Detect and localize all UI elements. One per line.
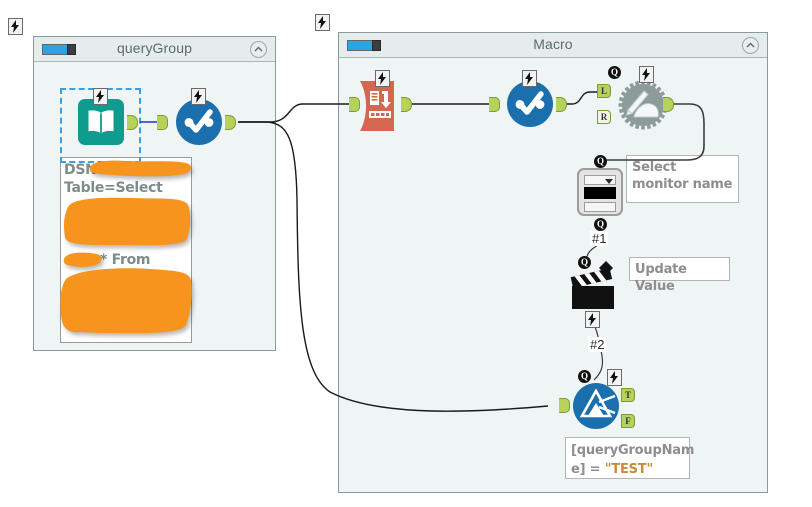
annotation-select-monitor-name: Select monitor name: [626, 155, 739, 203]
connection-number-1: #1: [590, 231, 609, 246]
container-macro-header[interactable]: Macro: [339, 33, 767, 58]
redaction-blob: [60, 268, 192, 334]
annotation-filter-expression: [queryGroupNam e] = "TEST": [565, 437, 694, 479]
browse-checkmark-icon: [184, 109, 214, 133]
question-parameter-icon[interactable]: Q: [594, 155, 607, 168]
annotation-update-value: Update Value: [629, 257, 730, 294]
question-parameter-icon[interactable]: Q: [594, 218, 607, 231]
tool-dynamic-rename[interactable]: [618, 80, 668, 130]
tool-macro-input[interactable]: [358, 81, 406, 131]
question-parameter-icon[interactable]: Q: [578, 370, 591, 383]
anchor-input-browse[interactable]: [157, 115, 168, 130]
chevron-down-icon: [605, 179, 613, 184]
chevron-up-icon[interactable]: [250, 41, 267, 58]
lightning-bolt-icon[interactable]: [522, 70, 537, 87]
tool-action[interactable]: [570, 259, 616, 309]
anchor-input-left[interactable]: L: [597, 84, 611, 98]
anchor-input-browse2[interactable]: [489, 97, 500, 112]
filter-funnel-icon: [579, 388, 616, 418]
container-querygroup-title: queryGroup: [117, 40, 192, 56]
lightning-bolt-icon[interactable]: [191, 88, 206, 105]
container-querygroup-header[interactable]: queryGroup: [34, 37, 275, 62]
dropdown-row: [584, 202, 616, 212]
question-parameter-icon[interactable]: Q: [578, 256, 591, 269]
lightning-bolt-icon[interactable]: [607, 369, 622, 386]
anchor-input-macroinput[interactable]: [349, 97, 360, 112]
input-data-book-icon: [88, 110, 114, 134]
config-line-table: Table=Select: [64, 180, 163, 196]
filter-expression-line2-prefix: e] =: [571, 462, 605, 477]
connection-number-2: #2: [588, 337, 607, 352]
anchor-output-true[interactable]: T: [621, 388, 635, 402]
chevron-up-icon[interactable]: [742, 37, 759, 54]
filter-expression-string: "TEST": [604, 462, 654, 477]
anchor-input-filter[interactable]: [559, 398, 570, 413]
filter-expression-line1: [queryGroupNam: [571, 443, 695, 458]
redaction-blob: [89, 160, 192, 177]
tool-list-box[interactable]: [577, 168, 623, 216]
browse-checkmark-icon: [515, 91, 545, 115]
workflow-canvas[interactable]: queryGroup DSN= Table=Select * From Macr…: [0, 0, 812, 507]
question-parameter-icon[interactable]: Q: [608, 66, 621, 79]
clapperboard-action-icon: [570, 261, 614, 309]
container-macro-title: Macro: [533, 36, 573, 52]
lightning-bolt-icon[interactable]: [315, 14, 330, 31]
tool-filter[interactable]: [573, 383, 619, 429]
lightning-bolt-icon[interactable]: [585, 311, 600, 328]
gear-pencil-icon: [618, 80, 668, 130]
dropdown-field[interactable]: [584, 175, 616, 185]
redaction-blob: [64, 197, 191, 246]
tool-browse-2[interactable]: [507, 81, 553, 127]
lightning-bolt-icon[interactable]: [8, 18, 23, 35]
macro-input-icon: [360, 81, 394, 131]
lightning-bolt-icon[interactable]: [639, 66, 654, 83]
lightning-bolt-icon[interactable]: [93, 88, 108, 105]
tool-input-data[interactable]: [78, 99, 124, 145]
anchor-input-right[interactable]: R: [597, 110, 611, 124]
tool-browse[interactable]: [176, 99, 222, 145]
dropdown-selected-row: [584, 187, 616, 199]
anchor-output-false[interactable]: F: [621, 414, 635, 428]
lightning-bolt-icon[interactable]: [375, 70, 390, 87]
